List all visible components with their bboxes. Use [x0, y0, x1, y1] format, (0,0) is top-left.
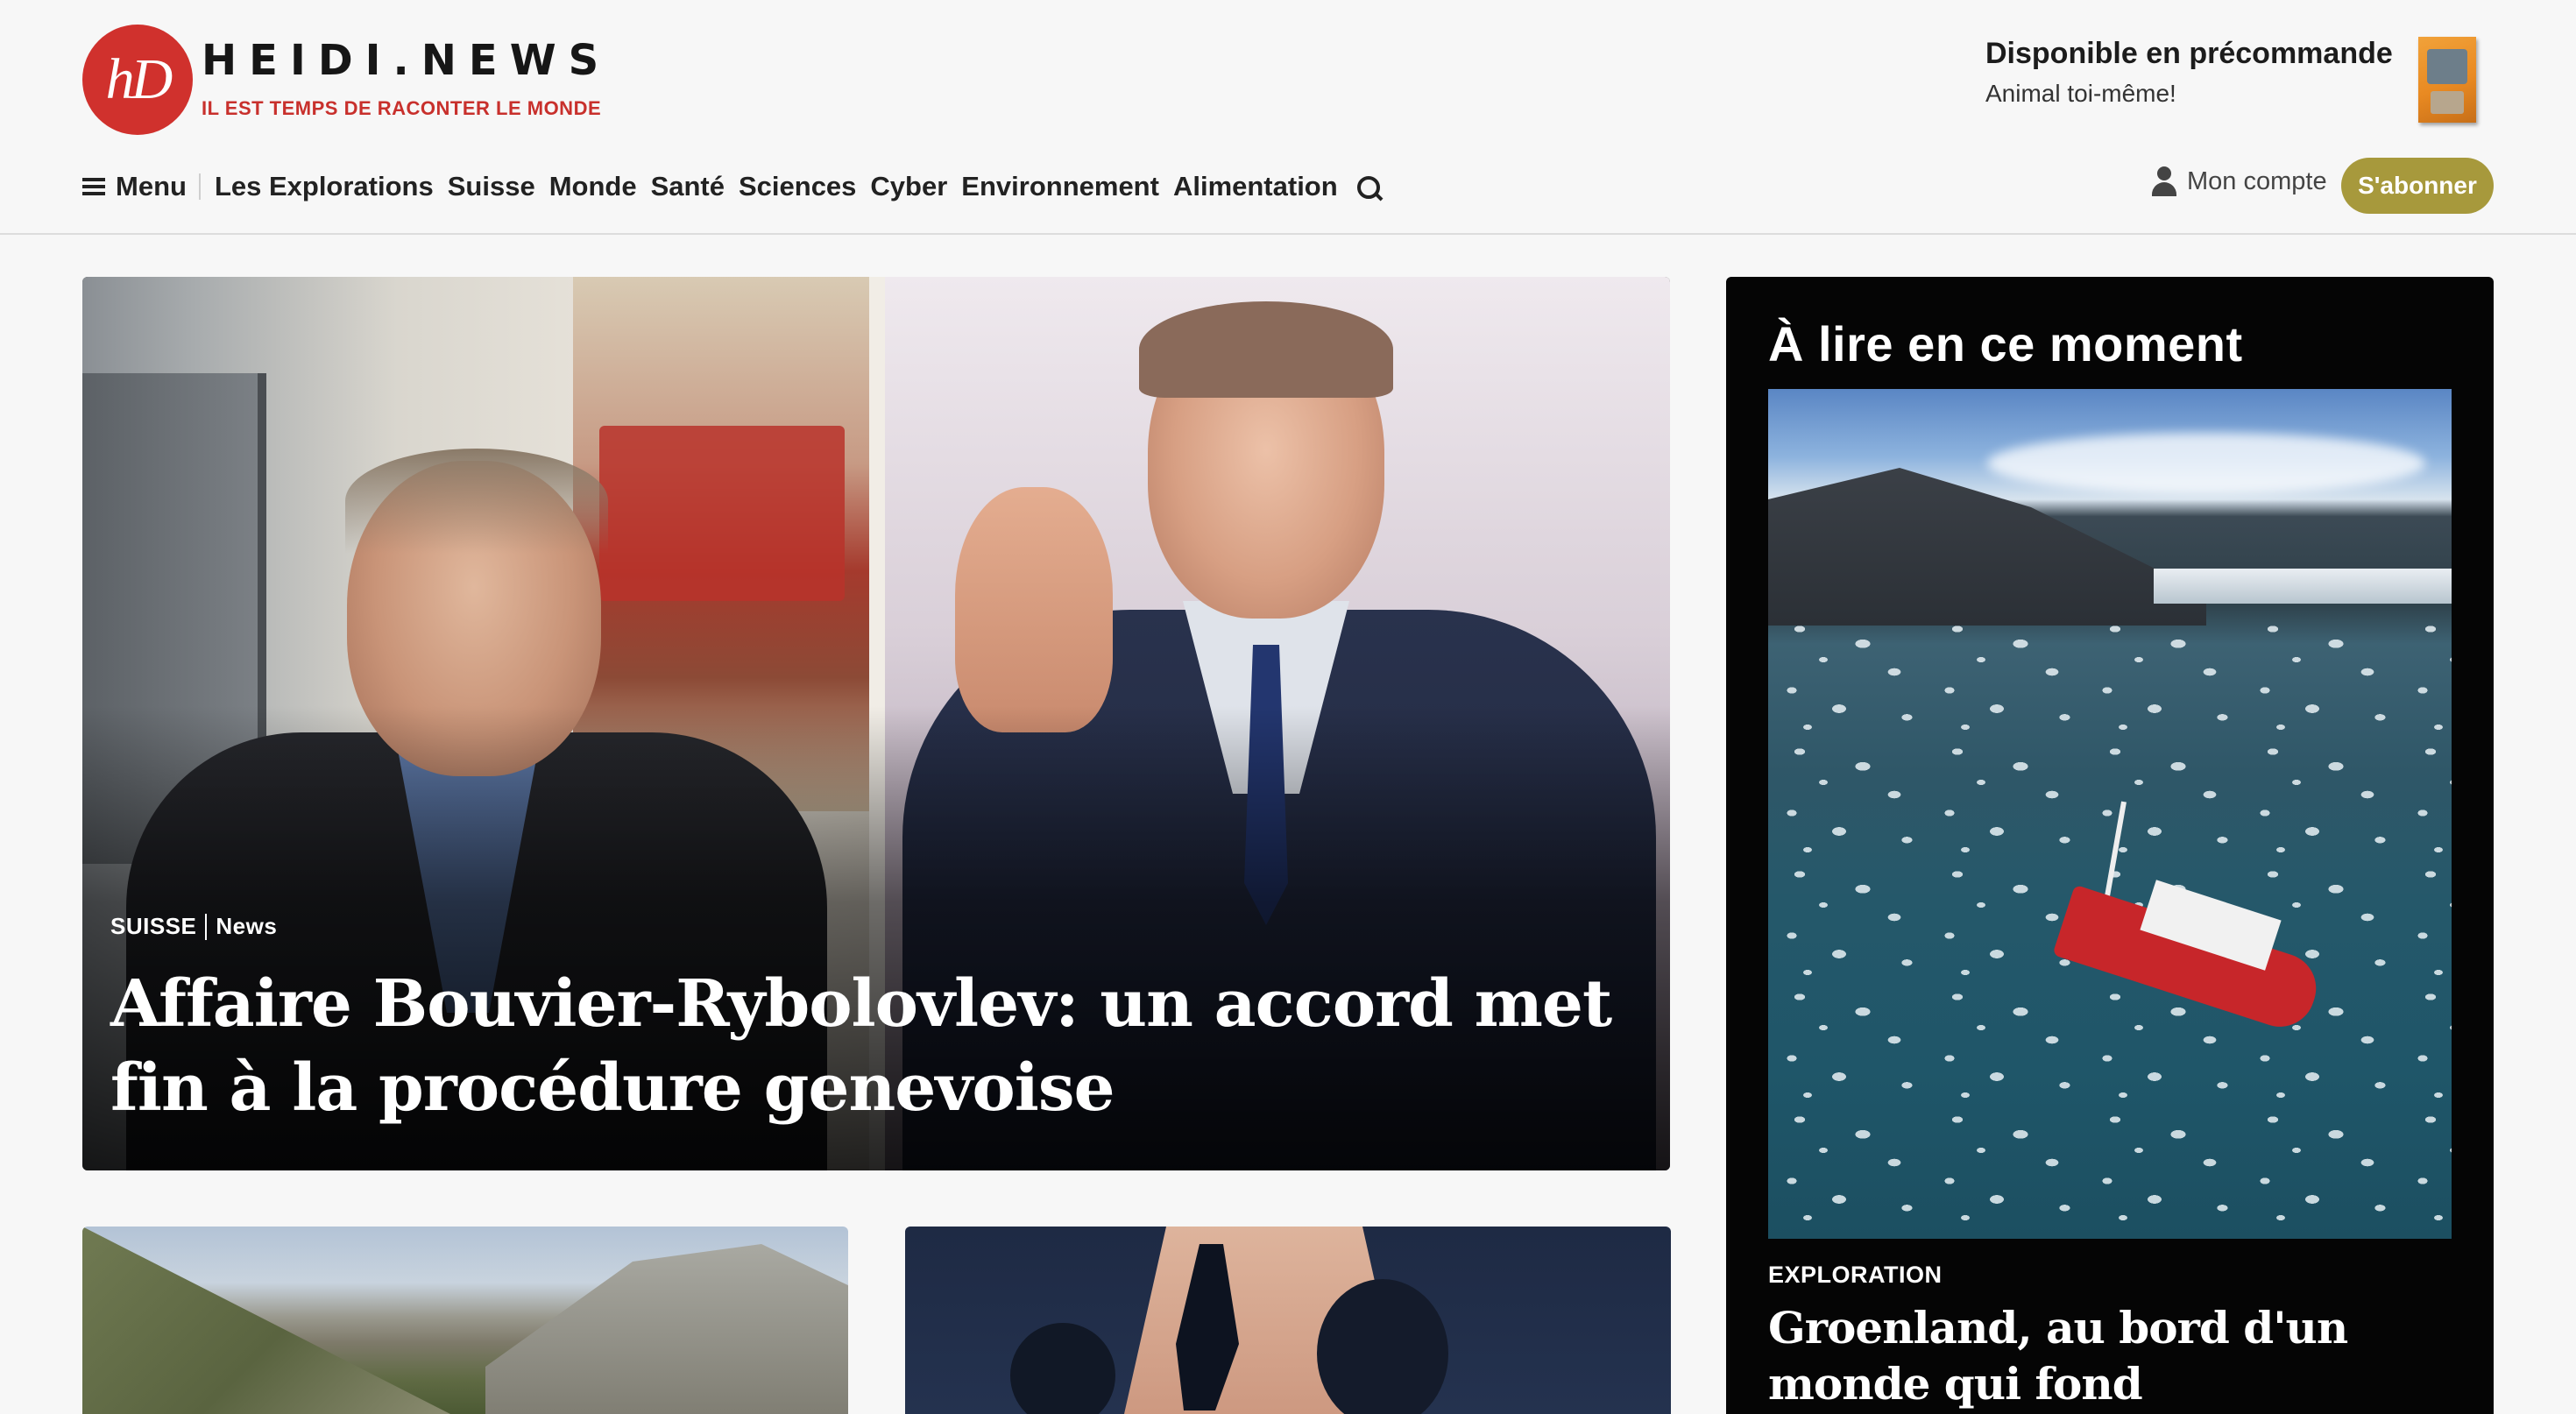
sidebar-article-image[interactable] [1768, 389, 2452, 1239]
sidebar-heading: À lire en ce moment [1768, 316, 2243, 371]
site-header: hD HEIDI.NEWS IL EST TEMPS DE RACONTER L… [0, 0, 2576, 235]
nav-item-cyber[interactable]: Cyber [870, 171, 947, 202]
logo-name: HEIDI.NEWS [202, 36, 612, 85]
user-icon [2152, 166, 2176, 196]
article-card-illustration-image[interactable] [905, 1227, 1671, 1414]
book-cover-image[interactable] [2418, 37, 2476, 123]
account-link[interactable]: Mon compte [2152, 166, 2327, 196]
hero-section[interactable]: SUISSE [110, 913, 196, 940]
main-navigation: Menu Les Explorations Suisse Monde Santé… [82, 165, 1385, 209]
nav-item-sciences[interactable]: Sciences [739, 171, 856, 202]
preorder-promo[interactable]: Disponible en précommande Animal toi-mêm… [1985, 37, 2393, 108]
sidebar-article-title[interactable]: Groenland, au bord d'un monde qui fond [1768, 1300, 2452, 1412]
nav-item-alimentation[interactable]: Alimentation [1173, 171, 1338, 202]
nav-item-environnement[interactable]: Environnement [961, 171, 1159, 202]
logo-text: HEIDI.NEWS IL EST TEMPS DE RACONTER LE M… [202, 39, 611, 120]
subscribe-button[interactable]: S'abonner [2341, 158, 2494, 214]
hero-article[interactable]: SUISSE News Affaire Bouvier-Rybolovlev: … [82, 277, 1670, 1170]
search-icon[interactable] [1354, 171, 1385, 202]
logo-tagline: IL EST TEMPS DE RACONTER LE MONDE [202, 97, 602, 119]
hero-meta-divider [205, 913, 208, 940]
nav-item-monde[interactable]: Monde [549, 171, 637, 202]
nav-item-suisse[interactable]: Suisse [448, 171, 535, 202]
hero-type: News [216, 913, 278, 939]
article-card-mountain-image[interactable] [82, 1227, 848, 1414]
hamburger-icon [82, 178, 105, 195]
nav-divider [198, 173, 201, 200]
promo-subtitle: Animal toi-même! [1985, 80, 2176, 107]
nav-item-sante[interactable]: Santé [651, 171, 725, 202]
account-label: Mon compte [2187, 166, 2327, 195]
sidebar-article-kicker[interactable]: EXPLORATION [1768, 1262, 1943, 1289]
logo-mark: hD [82, 25, 193, 135]
hero-meta: SUISSE News [110, 913, 277, 940]
page: hD HEIDI.NEWS IL EST TEMPS DE RACONTER L… [0, 0, 2576, 1414]
menu-label: Menu [116, 171, 187, 201]
hero-title[interactable]: Affaire Bouvier-Rybolovlev: un accord me… [110, 962, 1652, 1130]
nav-item-les-explorations[interactable]: Les Explorations [215, 171, 434, 202]
trending-sidebar: À lire en ce moment EXPLORATION Groenlan… [1726, 277, 2494, 1414]
promo-title: Disponible en précommande [1985, 37, 2393, 70]
site-logo[interactable]: hD HEIDI.NEWS IL EST TEMPS DE RACONTER L… [82, 25, 611, 135]
menu-button[interactable]: Menu [82, 171, 187, 202]
